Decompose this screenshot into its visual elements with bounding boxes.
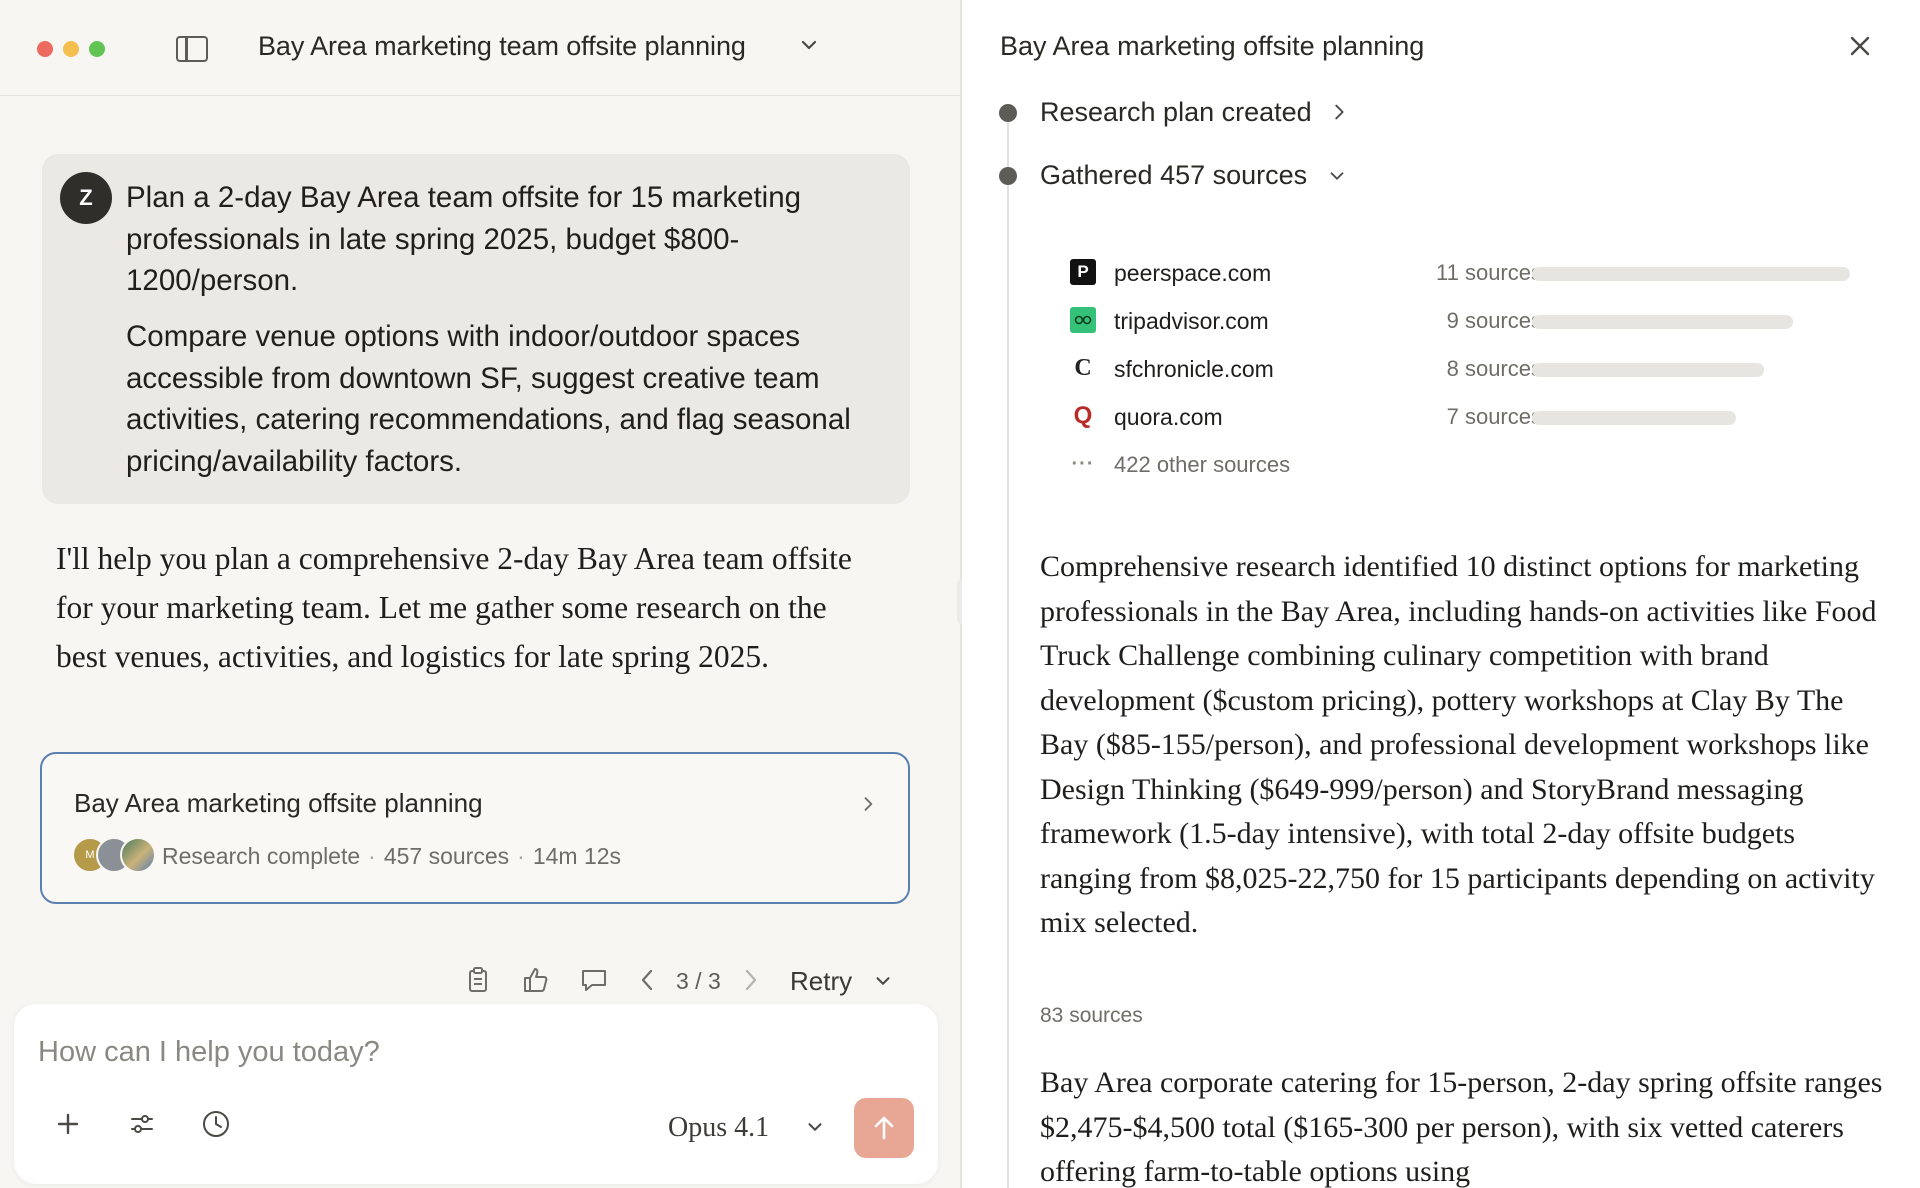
step-research-plan[interactable]: Research plan created <box>1040 97 1312 128</box>
model-selector[interactable]: Opus 4.1 <box>668 1112 769 1144</box>
user-message-paragraph: Compare venue options with indoor/outdoo… <box>126 320 851 478</box>
clock-icon <box>203 1111 229 1137</box>
composer: Opus 4.1 <box>14 1004 938 1184</box>
source-row[interactable]: C sfchronicle.com 8 sources <box>1040 349 1850 389</box>
window-maximize-button[interactable] <box>89 41 105 57</box>
sliders-icon <box>131 1115 153 1133</box>
chevron-down-icon[interactable] <box>872 970 894 992</box>
add-attachment-button[interactable] <box>46 1102 90 1146</box>
other-sources-label: 422 other sources <box>1114 452 1291 477</box>
copy-icon[interactable] <box>462 964 494 996</box>
research-status: Research complete <box>162 843 361 869</box>
quora-icon: Q <box>1073 402 1093 429</box>
chat-pane: Bay Area marketing team offsite planning… <box>0 0 960 1188</box>
arrow-up-icon <box>874 1116 894 1140</box>
research-finding: Comprehensive research identified 10 dis… <box>1040 550 1877 939</box>
close-icon[interactable] <box>1844 30 1876 62</box>
source-count: 9 sources <box>1446 308 1542 333</box>
timeline-dot <box>999 104 1017 122</box>
research-panel-title: Bay Area marketing offsite planning <box>1000 31 1425 61</box>
research-source-count: 457 sources <box>383 843 510 869</box>
history-button[interactable] <box>194 1102 238 1146</box>
chevron-left-icon[interactable] <box>632 964 664 996</box>
chevron-down-icon[interactable] <box>797 33 821 57</box>
plus-icon <box>57 1113 79 1135</box>
source-bar <box>1532 267 1850 281</box>
message-actions: 3 / 3 Retry <box>0 964 960 1004</box>
source-bar <box>1532 315 1793 329</box>
research-card[interactable]: Bay Area marketing offsite planning M Re… <box>40 752 910 904</box>
user-message-paragraph: Plan a 2-day Bay Area team offsite for 1… <box>126 181 802 297</box>
conversation-title[interactable]: Bay Area marketing team offsite planning <box>258 31 746 62</box>
chevron-down-icon[interactable] <box>1326 165 1348 187</box>
other-sources-row[interactable]: ··· 422 other sources <box>1040 445 1850 485</box>
window-close-button[interactable] <box>37 41 53 57</box>
tripadvisor-icon <box>1070 307 1096 333</box>
source-row[interactable]: Q quora.com 7 sources <box>1040 397 1850 437</box>
research-panel: Bay Area marketing offsite planning Rese… <box>962 0 1920 1188</box>
chevron-right-icon <box>864 797 873 811</box>
step-gathered-sources[interactable]: Gathered 457 sources <box>1040 160 1307 191</box>
source-domain: quora.com <box>1114 404 1223 430</box>
source-row[interactable]: P peerspace.com 11 sources <box>1040 253 1850 293</box>
chevron-right-icon[interactable] <box>734 964 766 996</box>
sfchronicle-icon: C <box>1074 354 1092 381</box>
send-button[interactable] <box>854 1098 914 1158</box>
thumbs-up-icon[interactable] <box>520 964 552 996</box>
window-minimize-button[interactable] <box>63 41 79 57</box>
research-finding: Bay Area corporate catering for 15-perso… <box>1040 1066 1883 1188</box>
sidebar-toggle-icon[interactable] <box>176 36 208 62</box>
source-domain: peerspace.com <box>1114 260 1272 286</box>
source-bar <box>1532 411 1736 425</box>
message-input[interactable] <box>38 1030 898 1074</box>
research-duration: 14m 12s <box>532 843 622 869</box>
source-domain: tripadvisor.com <box>1114 308 1269 334</box>
source-domain: sfchronicle.com <box>1114 356 1274 382</box>
peerspace-icon: P <box>1070 259 1096 285</box>
timeline-dot <box>999 167 1017 185</box>
title-bar: Bay Area marketing team offsite planning <box>0 0 960 96</box>
tools-button[interactable] <box>120 1102 164 1146</box>
source-bar <box>1532 363 1764 377</box>
sources-list: P peerspace.com 11 sources tripadvisor.c… <box>1040 228 1850 506</box>
source-row[interactable]: tripadvisor.com 9 sources <box>1040 301 1850 341</box>
more-icon: ··· <box>1071 452 1095 475</box>
timeline-line <box>1007 112 1009 1188</box>
research-card-title: Bay Area marketing offsite planning <box>74 788 483 818</box>
chevron-down-icon[interactable] <box>804 1116 826 1138</box>
chevron-right-icon[interactable] <box>1328 101 1350 123</box>
comment-icon[interactable] <box>578 964 610 996</box>
source-count: 8 sources <box>1446 356 1542 381</box>
source-avatar <box>120 837 156 873</box>
user-avatar: Z <box>60 172 112 224</box>
version-pager: 3 / 3 <box>676 968 721 994</box>
source-count: 7 sources <box>1446 404 1542 429</box>
finding-sources-link[interactable]: 83 sources <box>1040 1004 1143 1028</box>
source-count: 11 sources <box>1436 260 1542 285</box>
assistant-message: I'll help you plan a comprehensive 2-day… <box>56 541 852 674</box>
research-card-meta: Research complete · 457 sources · 14m 12s <box>162 843 622 869</box>
retry-button[interactable]: Retry <box>790 966 852 997</box>
